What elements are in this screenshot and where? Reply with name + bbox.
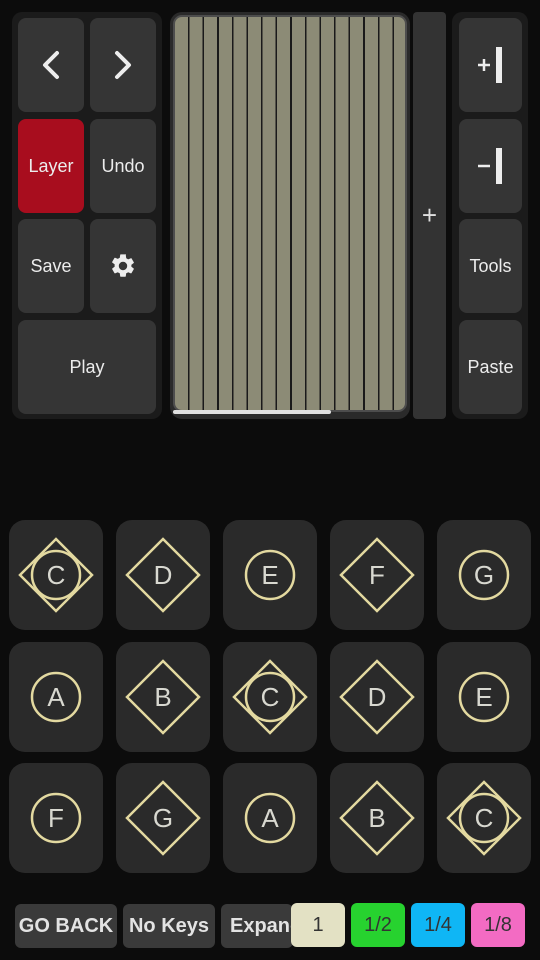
note-length-whole[interactable]: 1 bbox=[291, 903, 345, 947]
paste-button[interactable]: Paste bbox=[459, 320, 522, 414]
go-back-button[interactable]: GO BACK bbox=[15, 904, 117, 948]
note-label: C bbox=[46, 559, 66, 590]
note-label: F bbox=[48, 802, 64, 833]
timeline-grid[interactable] bbox=[173, 15, 407, 412]
note-pad-c[interactable]: C bbox=[437, 763, 531, 873]
save-button[interactable]: Save bbox=[18, 219, 84, 313]
save-label: Save bbox=[30, 255, 72, 276]
play-button[interactable]: Play bbox=[18, 320, 156, 414]
expand-label: Expand bbox=[230, 914, 293, 937]
chevron-left-icon bbox=[43, 51, 59, 79]
tools-label: Tools bbox=[469, 255, 512, 276]
note-label: E bbox=[261, 559, 279, 590]
swatch-label: 1/8 bbox=[484, 913, 512, 936]
add-track-button[interactable]: + bbox=[413, 12, 446, 419]
note-length-eighth[interactable]: 1/8 bbox=[471, 903, 525, 947]
timeline-panel[interactable] bbox=[170, 12, 410, 419]
note-label: B bbox=[368, 802, 386, 833]
note-pad-g[interactable]: G bbox=[437, 520, 531, 630]
note-pad-b[interactable]: B bbox=[330, 763, 424, 873]
layer-label: Layer bbox=[28, 155, 74, 176]
note-length-quarter[interactable]: 1/4 bbox=[411, 903, 465, 947]
note-label: D bbox=[153, 559, 173, 590]
swatch-label: 1/4 bbox=[424, 913, 452, 936]
tools-button[interactable]: Tools bbox=[459, 219, 522, 313]
go-back-label: GO BACK bbox=[18, 914, 114, 937]
note-pad-e[interactable]: E bbox=[223, 520, 317, 630]
note-label: C bbox=[260, 681, 280, 712]
note-label: G bbox=[473, 559, 495, 590]
gear-icon bbox=[112, 254, 134, 277]
timeline-scrollbar[interactable] bbox=[173, 410, 331, 414]
settings-button[interactable] bbox=[90, 219, 156, 313]
note-length-half[interactable]: 1/2 bbox=[351, 903, 405, 947]
note-label: B bbox=[154, 681, 172, 712]
undo-label: Undo bbox=[101, 155, 145, 176]
previous-button[interactable] bbox=[18, 18, 84, 112]
note-pad-c[interactable]: C bbox=[9, 520, 103, 630]
layer-button[interactable]: Layer bbox=[18, 119, 84, 213]
note-pad-f[interactable]: F bbox=[9, 763, 103, 873]
plus-bar-icon bbox=[477, 47, 502, 83]
note-pad-d[interactable]: D bbox=[330, 642, 424, 752]
note-pad-a[interactable]: A bbox=[223, 763, 317, 873]
note-pad-c[interactable]: C bbox=[223, 642, 317, 752]
swatch-label: 1 bbox=[312, 913, 324, 936]
note-label: A bbox=[261, 802, 279, 833]
note-pad-b[interactable]: B bbox=[116, 642, 210, 752]
note-pad-d[interactable]: D bbox=[116, 520, 210, 630]
note-label: C bbox=[474, 802, 494, 833]
note-pad-g[interactable]: G bbox=[116, 763, 210, 873]
expand-button[interactable]: Expand bbox=[221, 904, 293, 948]
note-pad-a[interactable]: A bbox=[9, 642, 103, 752]
note-label: E bbox=[475, 681, 493, 712]
note-pad-f[interactable]: F bbox=[330, 520, 424, 630]
note-label: A bbox=[47, 681, 65, 712]
note-pad-e[interactable]: E bbox=[437, 642, 531, 752]
minus-bar-icon bbox=[477, 148, 502, 184]
no-keys-button[interactable]: No Keys bbox=[123, 904, 215, 948]
increase-button[interactable] bbox=[459, 18, 522, 112]
swatch-label: 1/2 bbox=[364, 913, 392, 936]
no-keys-label: No Keys bbox=[128, 914, 210, 937]
play-label: Play bbox=[69, 356, 105, 377]
undo-button[interactable]: Undo bbox=[90, 119, 156, 213]
note-label: G bbox=[152, 802, 174, 833]
note-label: F bbox=[369, 559, 385, 590]
decrease-button[interactable] bbox=[459, 119, 522, 213]
paste-label: Paste bbox=[467, 356, 514, 377]
note-label: D bbox=[367, 681, 387, 712]
chevron-right-icon bbox=[115, 51, 131, 79]
add-track-label: + bbox=[421, 200, 438, 230]
next-button[interactable] bbox=[90, 18, 156, 112]
